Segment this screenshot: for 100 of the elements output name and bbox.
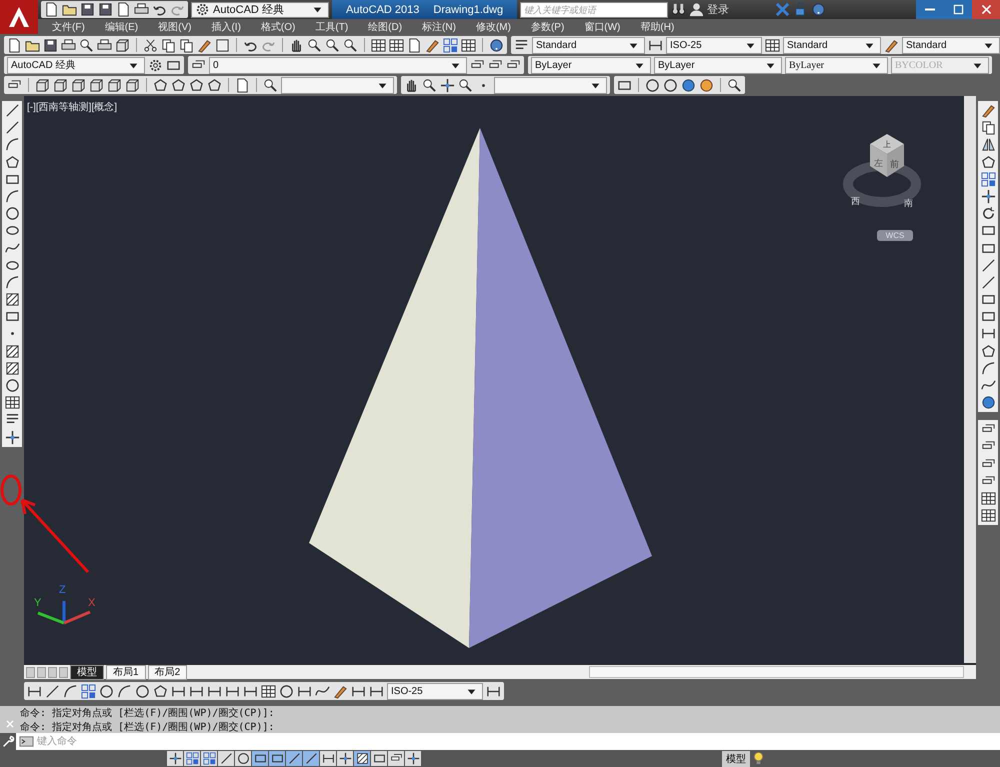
- table-icon[interactable]: [261, 684, 276, 698]
- polygon-icon[interactable]: [207, 78, 222, 92]
- grid-icon[interactable]: [980, 172, 996, 187]
- color-dropdown[interactable]: ByLayer: [531, 56, 651, 74]
- drafting-toggle-button[interactable]: [252, 751, 268, 766]
- cube-face-label[interactable]: 上: [883, 140, 891, 149]
- cube-icon[interactable]: [89, 78, 104, 92]
- user-icon[interactable]: [689, 2, 704, 17]
- line-icon[interactable]: [4, 103, 20, 118]
- copy-icon[interactable]: [980, 120, 996, 136]
- circle-icon[interactable]: [279, 684, 294, 698]
- compass-label[interactable]: 西: [851, 196, 860, 206]
- menu-item[interactable]: 标注(N): [412, 20, 466, 34]
- save-icon[interactable]: [98, 2, 113, 17]
- table-icon[interactable]: [980, 490, 996, 506]
- bulb-icon[interactable]: [751, 751, 766, 766]
- brush-icon[interactable]: [197, 38, 212, 52]
- magnifier-icon[interactable]: [325, 38, 340, 52]
- spline-icon[interactable]: [315, 684, 330, 698]
- prompt-icon[interactable]: [16, 733, 37, 750]
- magnifier-icon[interactable]: [422, 78, 437, 92]
- sphere-icon[interactable]: [681, 78, 696, 92]
- circle-icon[interactable]: [4, 378, 20, 393]
- dimension-style-dropdown[interactable]: ISO-25: [387, 682, 483, 700]
- polygon-icon[interactable]: [153, 684, 168, 698]
- help-icon[interactable]: [489, 38, 504, 52]
- hatch-icon[interactable]: [4, 344, 20, 359]
- compass-label[interactable]: 南: [904, 198, 913, 208]
- menu-item[interactable]: 工具(T): [305, 20, 358, 34]
- menu-item[interactable]: 参数(P): [520, 20, 574, 34]
- magnifier-icon[interactable]: [307, 38, 322, 52]
- table-icon[interactable]: [461, 38, 476, 52]
- rotate-icon[interactable]: [980, 206, 996, 222]
- cube-icon[interactable]: [115, 38, 130, 52]
- grid-icon[interactable]: [443, 38, 458, 52]
- copy-icon[interactable]: [179, 38, 194, 52]
- table-icon[interactable]: [4, 395, 20, 410]
- document-icon[interactable]: [407, 38, 422, 52]
- arc-icon[interactable]: [4, 274, 20, 290]
- drafting-toggle-button[interactable]: [405, 751, 421, 766]
- hand-icon[interactable]: [289, 38, 304, 52]
- cube-face-label[interactable]: 左: [874, 158, 883, 168]
- menu-item[interactable]: 格式(O): [250, 20, 306, 34]
- polygon-icon[interactable]: [4, 154, 20, 170]
- menu-item[interactable]: 插入(I): [201, 20, 251, 34]
- circle-icon[interactable]: [99, 684, 114, 698]
- drafting-toggle-button[interactable]: [218, 751, 234, 766]
- viewport-label[interactable]: [-][西南等轴测][概念]: [27, 100, 117, 114]
- exchange-icon[interactable]: [775, 2, 790, 17]
- move-icon[interactable]: [4, 430, 20, 445]
- brush-icon[interactable]: [333, 684, 348, 698]
- document-icon[interactable]: [116, 2, 131, 17]
- menu-item[interactable]: 视图(V): [148, 20, 202, 34]
- menu-item[interactable]: 绘图(D): [358, 20, 412, 34]
- cube-icon[interactable]: [53, 78, 68, 92]
- drafting-toggle-button[interactable]: [184, 751, 200, 766]
- customize-button[interactable]: [0, 733, 16, 750]
- grid-icon[interactable]: [81, 684, 96, 698]
- line-icon[interactable]: [980, 274, 996, 290]
- dimension-style-dropdown[interactable]: ISO-25: [666, 36, 762, 54]
- circle-icon[interactable]: [645, 78, 660, 92]
- binoculars-icon[interactable]: [671, 2, 686, 17]
- workspace-dropdown[interactable]: AutoCAD 经典: [191, 2, 329, 18]
- drafting-toggle-button[interactable]: [286, 751, 302, 766]
- brush-icon[interactable]: [425, 38, 440, 52]
- circle-icon[interactable]: [4, 206, 20, 222]
- copy-icon[interactable]: [161, 38, 176, 52]
- magnifier-icon[interactable]: [343, 38, 358, 52]
- save-icon[interactable]: [43, 38, 58, 52]
- spline-icon[interactable]: [4, 240, 20, 256]
- drafting-toggle-button[interactable]: [320, 751, 336, 766]
- move-icon[interactable]: [440, 78, 455, 92]
- brush-icon[interactable]: [980, 103, 996, 118]
- sphere-icon[interactable]: [980, 395, 996, 410]
- magnifier-icon[interactable]: [263, 78, 278, 92]
- magnifier-icon[interactable]: [79, 38, 94, 52]
- cube-icon[interactable]: [71, 78, 86, 92]
- shaded-sphere-icon[interactable]: [699, 78, 714, 92]
- app-logo-icon[interactable]: [0, 0, 38, 34]
- table-icon[interactable]: [765, 38, 780, 52]
- polygon-icon[interactable]: [189, 78, 204, 92]
- table-icon[interactable]: [389, 38, 404, 52]
- multileader-style-dropdown[interactable]: Standard: [902, 36, 1000, 54]
- drafting-toggle-button[interactable]: [337, 751, 353, 766]
- magnifier-icon[interactable]: [458, 78, 473, 92]
- arc-icon[interactable]: [117, 684, 132, 698]
- layout-tab[interactable]: 布局1: [106, 664, 146, 680]
- polygon-icon[interactable]: [980, 154, 996, 170]
- document-icon[interactable]: [235, 78, 250, 92]
- cube-face-label[interactable]: 前: [890, 159, 899, 169]
- text-style-dropdown[interactable]: Standard: [532, 36, 645, 54]
- drafting-toggle-button[interactable]: [303, 751, 319, 766]
- model-space-button[interactable]: 模型: [722, 750, 750, 766]
- line-icon[interactable]: [980, 258, 996, 273]
- move-icon[interactable]: [980, 188, 996, 204]
- table-style-dropdown[interactable]: Standard: [783, 36, 881, 54]
- mirror-icon[interactable]: [980, 137, 996, 152]
- document-icon[interactable]: [44, 2, 59, 17]
- polygon-icon[interactable]: [153, 78, 168, 92]
- linetype-dropdown[interactable]: ByLayer: [654, 56, 782, 74]
